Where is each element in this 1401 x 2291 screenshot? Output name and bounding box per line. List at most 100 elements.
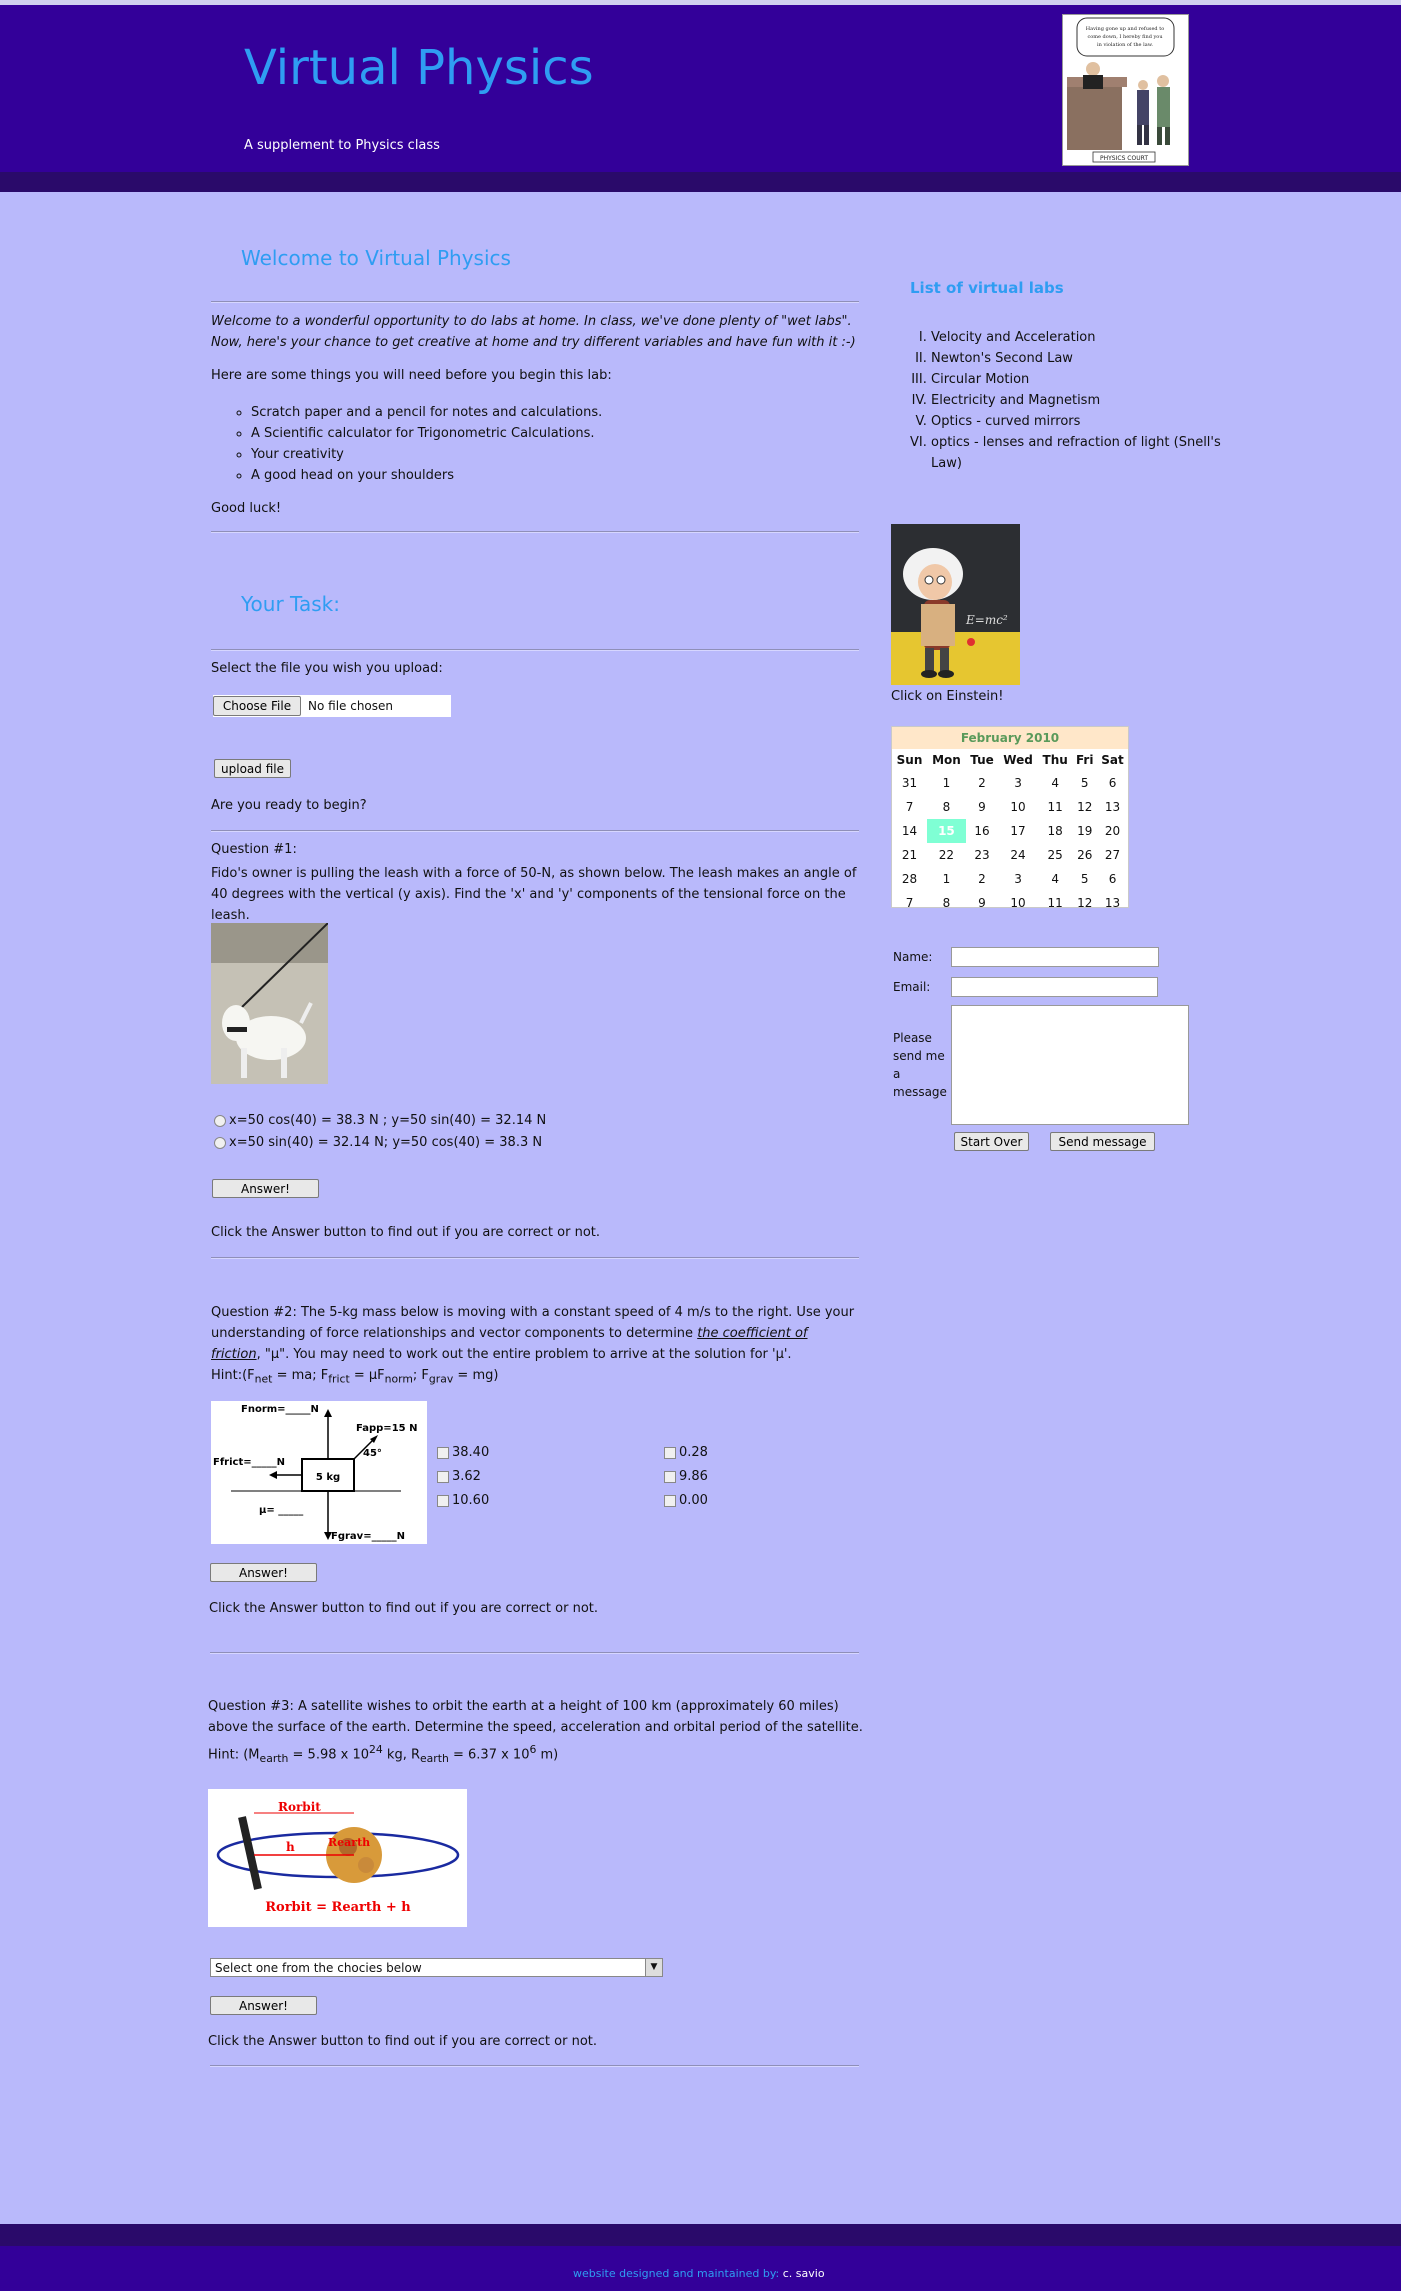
checkbox[interactable]: [437, 1470, 449, 1483]
calendar-day[interactable]: 9: [966, 795, 998, 819]
q1-option-a[interactable]: x=50 cos(40) = 38.3 N ; y=50 sin(40) = 3…: [214, 1113, 546, 1128]
calendar-day[interactable]: 1: [927, 867, 966, 891]
footer-credit: website designed and maintained by: c. s…: [573, 2267, 825, 2280]
q2-option[interactable]: 38.40: [437, 1441, 489, 1465]
q1-answer-button[interactable]: Answer!: [212, 1179, 319, 1198]
einstein-image[interactable]: E=mc²: [891, 524, 1020, 685]
list-item: A good head on your shoulders: [251, 465, 602, 486]
lab-link[interactable]: Optics - curved mirrors: [931, 411, 1221, 432]
calendar-day[interactable]: 2: [966, 867, 998, 891]
divider: [211, 1257, 859, 1259]
hint-sub: frict: [328, 1372, 350, 1386]
checkbox[interactable]: [664, 1494, 676, 1507]
name-field[interactable]: [951, 947, 1159, 967]
calendar-day[interactable]: 10: [998, 795, 1038, 819]
send-message-button[interactable]: Send message: [1050, 1132, 1155, 1151]
footer-author: c. savio: [782, 2267, 825, 2280]
calendar-day[interactable]: 15: [927, 819, 966, 843]
lab-link[interactable]: Circular Motion: [931, 369, 1221, 390]
calendar-day-header: Fri: [1075, 753, 1094, 767]
calendar-day[interactable]: 11: [1038, 891, 1072, 915]
calendar-day[interactable]: 8: [927, 891, 966, 915]
checkbox[interactable]: [437, 1446, 449, 1459]
calendar-day[interactable]: 3: [998, 771, 1038, 795]
calendar-day[interactable]: 12: [1072, 891, 1097, 915]
h-label: h: [286, 1840, 295, 1854]
start-over-button[interactable]: Start Over: [954, 1132, 1029, 1151]
calendar-day[interactable]: 26: [1072, 843, 1097, 867]
hint-text: = mg): [453, 1368, 499, 1383]
lab-link[interactable]: Electricity and Magnetism: [931, 390, 1221, 411]
calendar-day[interactable]: 13: [1097, 891, 1128, 915]
checkbox[interactable]: [664, 1446, 676, 1459]
calendar-day[interactable]: 5: [1072, 867, 1097, 891]
calendar-day[interactable]: 16: [966, 819, 998, 843]
calendar-day[interactable]: 6: [1097, 771, 1128, 795]
q2-option[interactable]: 0.00: [664, 1489, 708, 1513]
calendar-day[interactable]: 28: [892, 867, 927, 891]
option-label: 0.28: [679, 1445, 708, 1460]
choose-file-button[interactable]: Choose File: [213, 696, 301, 716]
q3-answer-select[interactable]: Select one from the chocies below ▼: [210, 1958, 663, 1977]
calendar-day[interactable]: 7: [892, 891, 927, 915]
calendar-day[interactable]: 11: [1038, 795, 1072, 819]
lab-link[interactable]: Velocity and Acceleration: [931, 327, 1221, 348]
calendar-day[interactable]: 4: [1038, 867, 1072, 891]
checkbox[interactable]: [437, 1494, 449, 1507]
radio-button[interactable]: [214, 1136, 226, 1149]
lab-link[interactable]: optics - lenses and refraction of light …: [931, 432, 1221, 474]
email-field[interactable]: [951, 977, 1158, 997]
calendar-day[interactable]: 18: [1038, 819, 1072, 843]
rorbit-label: Rorbit: [278, 1800, 321, 1814]
calendar-day[interactable]: 31: [892, 771, 927, 795]
calendar-day[interactable]: 7: [892, 795, 927, 819]
q1-option-b[interactable]: x=50 sin(40) = 32.14 N; y=50 cos(40) = 3…: [214, 1135, 542, 1150]
einstein-formula: E=mc²: [965, 613, 1008, 627]
calendar-day[interactable]: 6: [1097, 867, 1128, 891]
calendar-day-header: Mon: [932, 753, 961, 767]
calendar-day[interactable]: 13: [1097, 795, 1128, 819]
q3-answer-button[interactable]: Answer!: [210, 1996, 317, 2015]
calendar-day[interactable]: 14: [892, 819, 927, 843]
radio-button[interactable]: [214, 1114, 226, 1127]
calendar-day[interactable]: 5: [1072, 771, 1097, 795]
calendar-day[interactable]: 4: [1038, 771, 1072, 795]
calendar-day[interactable]: 9: [966, 891, 998, 915]
message-field[interactable]: [951, 1005, 1189, 1125]
calendar-day-header: Sat: [1101, 753, 1124, 767]
file-input[interactable]: Choose File No file chosen: [213, 695, 451, 717]
calendar-day[interactable]: 12: [1072, 795, 1097, 819]
calendar-day[interactable]: 8: [927, 795, 966, 819]
chevron-down-icon[interactable]: ▼: [645, 1959, 662, 1976]
calendar-day[interactable]: 1: [927, 771, 966, 795]
calendar-day[interactable]: 22: [927, 843, 966, 867]
calendar-day[interactable]: 20: [1097, 819, 1128, 843]
lab-link[interactable]: Newton's Second Law: [931, 348, 1221, 369]
q2-option[interactable]: 9.86: [664, 1465, 708, 1489]
hint-text: = μF: [349, 1368, 385, 1383]
calendar-day[interactable]: 25: [1038, 843, 1072, 867]
q2-option[interactable]: 3.62: [437, 1465, 489, 1489]
hint-text: = ma; F: [272, 1368, 329, 1383]
upload-file-button[interactable]: upload file: [214, 759, 291, 778]
calendar-day[interactable]: 17: [998, 819, 1038, 843]
calendar-day[interactable]: 27: [1097, 843, 1128, 867]
calendar-day[interactable]: 19: [1072, 819, 1097, 843]
hint-text: m): [536, 1747, 559, 1763]
needs-intro: Here are some things you will need befor…: [211, 368, 612, 383]
q2-option[interactable]: 0.28: [664, 1441, 708, 1465]
q2-option[interactable]: 10.60: [437, 1489, 489, 1513]
calendar-day[interactable]: 24: [998, 843, 1038, 867]
q1-note: Click the Answer button to find out if y…: [211, 1225, 601, 1240]
calendar-day[interactable]: 10: [998, 891, 1038, 915]
calendar-day[interactable]: 3: [998, 867, 1038, 891]
q2-answer-button[interactable]: Answer!: [210, 1563, 317, 1582]
calendar-day[interactable]: 23: [966, 843, 998, 867]
checkbox[interactable]: [664, 1470, 676, 1483]
calendar-day[interactable]: 21: [892, 843, 927, 867]
calendar-day[interactable]: 2: [966, 771, 998, 795]
svg-text:come down, I hereby find you: come down, I hereby find you: [1087, 34, 1163, 40]
hint-text: Hint:(F: [211, 1368, 255, 1383]
welcome-heading: Welcome to Virtual Physics: [241, 246, 511, 270]
hint-sub: earth: [259, 1751, 289, 1765]
